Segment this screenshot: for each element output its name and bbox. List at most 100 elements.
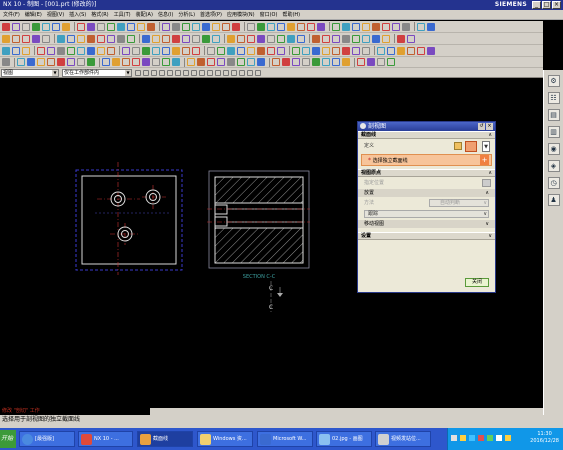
selection-tool-icon[interactable]	[135, 69, 141, 76]
toolbar-tool-icon[interactable]	[142, 34, 150, 43]
tray-icon[interactable]	[496, 435, 502, 441]
toolbar-tool-icon[interactable]	[367, 58, 375, 66]
menu-help[interactable]: 帮助(H)	[282, 11, 300, 18]
web-browser-icon[interactable]: ◉	[547, 143, 560, 155]
toolbar-tool-icon[interactable]	[272, 58, 280, 66]
roles-icon[interactable]: ♟	[547, 194, 560, 206]
toolbar-tool-icon[interactable]	[127, 22, 135, 31]
toolbar-tool-icon[interactable]	[332, 22, 340, 31]
selection-tool-icon[interactable]	[239, 69, 245, 76]
toolbar-tool-icon[interactable]	[292, 58, 300, 66]
toolbar-tool-icon[interactable]	[357, 58, 365, 66]
toolbar-tool-icon[interactable]	[77, 22, 85, 31]
toolbar-tool-icon[interactable]	[117, 22, 125, 31]
task-item[interactable]: [最强版]	[19, 431, 75, 447]
toolbar-tool-icon[interactable]	[312, 46, 320, 55]
toolbar-tool-icon[interactable]	[117, 34, 125, 43]
toolbar-tool-icon[interactable]	[237, 34, 245, 43]
toolbar-tool-icon[interactable]	[267, 34, 275, 43]
toolbar-tool-icon[interactable]	[27, 58, 35, 66]
menu-insert[interactable]: 插入(S)	[69, 11, 86, 18]
task-item[interactable]: NX 10 - ...	[78, 431, 133, 447]
toolbar-tool-icon[interactable]	[77, 46, 85, 55]
toolbar-tool-icon[interactable]	[67, 58, 75, 66]
selection-tool-icon[interactable]	[231, 69, 237, 76]
toolbar-tool-icon[interactable]	[247, 46, 255, 55]
toolbar-tool-icon[interactable]	[97, 46, 105, 55]
toolbar-tool-icon[interactable]	[2, 34, 10, 43]
toolbar-tool-icon[interactable]	[47, 46, 55, 55]
palette-icon[interactable]: ◈	[547, 160, 560, 172]
toolbar-tool-icon[interactable]	[67, 46, 75, 55]
toolbar-tool-icon[interactable]	[277, 46, 285, 55]
toolbar-tool-icon[interactable]	[322, 46, 330, 55]
settings-group[interactable]: 设置 ∨	[358, 232, 495, 240]
maximize-button[interactable]: □	[542, 1, 551, 9]
toolbar-tool-icon[interactable]	[187, 58, 195, 66]
selection-tool-icon[interactable]	[207, 69, 213, 76]
toolbar-tool-icon[interactable]	[332, 58, 340, 66]
toolbar-tool-icon[interactable]	[307, 22, 315, 31]
toolbar-tool-icon[interactable]	[342, 58, 350, 66]
start-button[interactable]: 开始	[0, 430, 16, 448]
tray-icon[interactable]	[469, 435, 475, 441]
toolbar-tool-icon[interactable]	[257, 58, 265, 66]
toolbar-tool-icon[interactable]	[32, 34, 40, 43]
toolbar-tool-icon[interactable]	[12, 34, 20, 43]
toolbar-tool-icon[interactable]	[322, 34, 330, 43]
toolbar-tool-icon[interactable]	[257, 34, 265, 43]
toolbar-tool-icon[interactable]	[392, 22, 400, 31]
toolbar-tool-icon[interactable]	[97, 22, 105, 31]
selection-tool-icon[interactable]	[215, 69, 221, 76]
toolbar-tool-icon[interactable]	[127, 34, 135, 43]
toolbar-tool-icon[interactable]	[2, 22, 10, 31]
menu-window[interactable]: 窗口(O)	[260, 11, 278, 18]
toolbar-tool-icon[interactable]	[352, 34, 360, 43]
toolbar-tool-icon[interactable]	[247, 58, 255, 66]
toolbar-tool-icon[interactable]	[362, 46, 370, 55]
toolbar-tool-icon[interactable]	[192, 22, 200, 31]
toolbar-tool-icon[interactable]	[227, 46, 235, 55]
toolbar-tool-icon[interactable]	[22, 34, 30, 43]
toolbar-tool-icon[interactable]	[287, 34, 295, 43]
toolbar-tool-icon[interactable]	[107, 34, 115, 43]
selection-tool-icon[interactable]	[183, 69, 189, 76]
reuse-library-icon[interactable]: ▥	[547, 126, 560, 138]
toolbar-tool-icon[interactable]	[207, 58, 215, 66]
toolbar-tool-icon[interactable]	[342, 22, 350, 31]
toolbar-tool-icon[interactable]	[217, 58, 225, 66]
toolbar-tool-icon[interactable]	[172, 46, 180, 55]
menu-preferences[interactable]: 首选项(P)	[200, 11, 222, 18]
independent-section-line-icon[interactable]	[465, 141, 477, 152]
alignment-select[interactable]: 跟踪 ∨	[364, 210, 489, 218]
toolbar-tool-icon[interactable]	[47, 58, 55, 66]
toolbar-tool-icon[interactable]	[12, 22, 20, 31]
toolbar-tool-icon[interactable]	[152, 46, 160, 55]
toolbar-tool-icon[interactable]	[317, 22, 325, 31]
toolbar-tool-icon[interactable]	[122, 58, 130, 66]
toolbar-tool-icon[interactable]	[397, 34, 405, 43]
reset-icon[interactable]: ↺	[478, 123, 485, 130]
toolbar-tool-icon[interactable]	[407, 34, 415, 43]
placement-group[interactable]: 放置 ∧	[358, 189, 495, 197]
menu-file[interactable]: 文件(F)	[3, 11, 20, 18]
toolbar-tool-icon[interactable]	[247, 34, 255, 43]
toolbar-tool-icon[interactable]	[287, 22, 295, 31]
settings-icon[interactable]: ⚙	[547, 75, 560, 87]
toolbar-tool-icon[interactable]	[352, 46, 360, 55]
toolbar-tool-icon[interactable]	[257, 46, 265, 55]
toolbar-tool-icon[interactable]	[417, 22, 425, 31]
menu-assembly[interactable]: 装配(A)	[136, 11, 153, 18]
assembly-navigator-icon[interactable]: ▤	[547, 109, 560, 121]
select-section-line-field[interactable]: * 选择独立截面线 +	[361, 154, 492, 166]
toolbar-tool-icon[interactable]	[17, 58, 25, 66]
toolbar-tool-icon[interactable]	[32, 22, 40, 31]
task-item[interactable]: 02.jpg - 画图	[316, 431, 372, 447]
toolbar-tool-icon[interactable]	[297, 34, 305, 43]
tray-icon[interactable]	[451, 435, 457, 441]
clock[interactable]: 11:30 2016/12/28	[530, 431, 559, 445]
toolbar-tool-icon[interactable]	[257, 22, 265, 31]
toolbar-tool-icon[interactable]	[332, 34, 340, 43]
toolbar-tool-icon[interactable]	[212, 22, 220, 31]
toolbar-tool-icon[interactable]	[417, 46, 425, 55]
